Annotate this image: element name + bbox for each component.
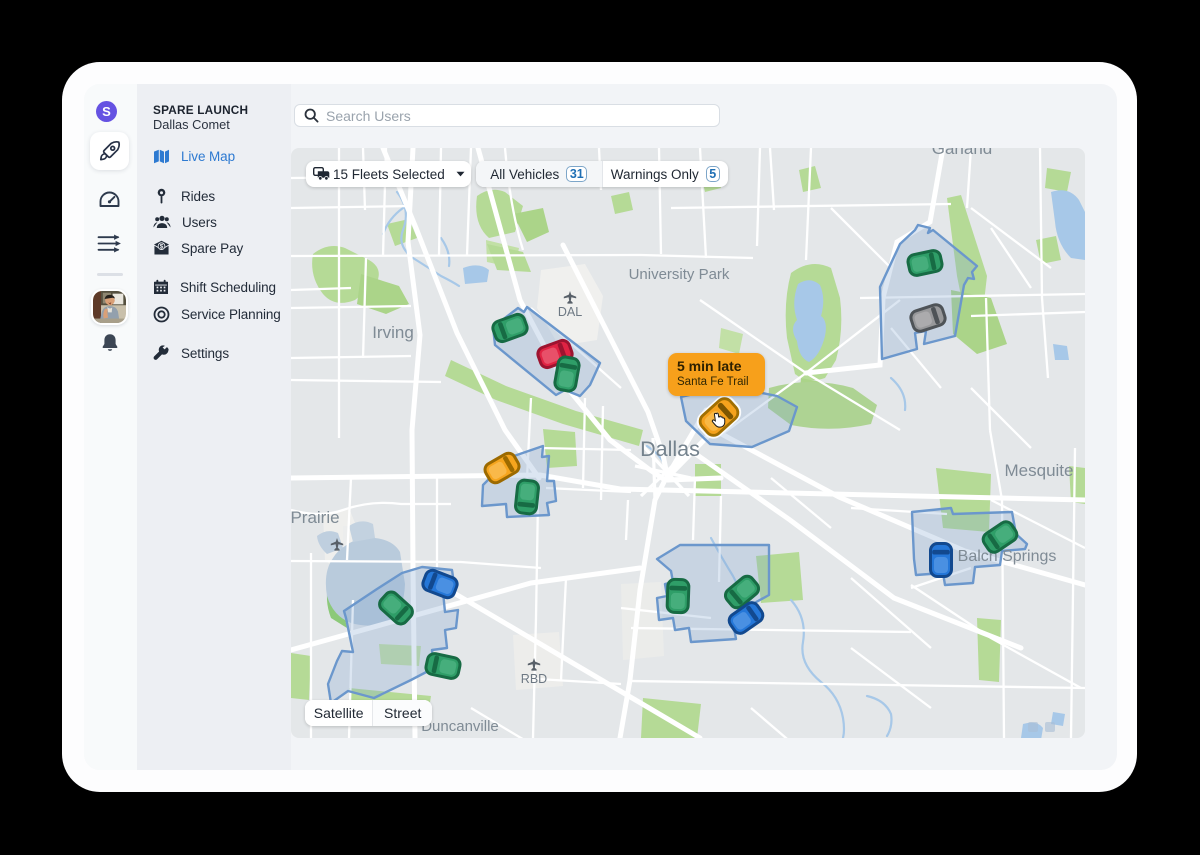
svg-text:RBD: RBD: [521, 672, 547, 686]
svg-text:Dallas: Dallas: [640, 437, 700, 461]
svg-text:Irving: Irving: [372, 323, 414, 342]
svg-text:Duncanville: Duncanville: [421, 718, 499, 735]
svg-text:$: $: [160, 244, 164, 251]
svg-text:University Park: University Park: [629, 266, 730, 283]
svg-text:DAL: DAL: [558, 305, 582, 319]
svg-text:Garland: Garland: [932, 148, 992, 158]
svg-text:Prairie: Prairie: [291, 508, 340, 527]
svg-text:Mesquite: Mesquite: [1005, 461, 1074, 480]
svg-text:Balch Springs: Balch Springs: [958, 548, 1057, 565]
